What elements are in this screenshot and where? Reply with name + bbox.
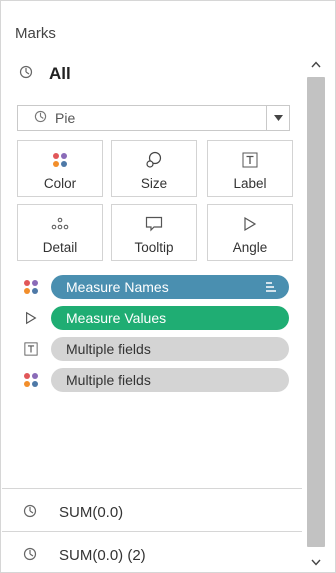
color-dots-icon xyxy=(24,373,38,387)
color-label: Color xyxy=(43,176,77,191)
measure-names-pill[interactable]: Measure Names xyxy=(51,275,289,299)
size-button[interactable]: Size xyxy=(111,140,197,197)
sort-icon[interactable] xyxy=(265,280,277,294)
angle-button[interactable]: Angle xyxy=(207,204,293,261)
detail-label: Detail xyxy=(42,240,78,255)
scroll-down-icon[interactable] xyxy=(307,553,325,571)
sub-card-label: SUM(0.0) (2) xyxy=(59,546,146,564)
pill-label: Multiple fields xyxy=(66,341,151,357)
marks-title: Marks xyxy=(15,25,56,42)
pie-clock-icon xyxy=(23,504,37,521)
scroll-up-icon[interactable] xyxy=(307,55,325,73)
pill-label: Multiple fields xyxy=(66,372,151,388)
pie-clock-icon xyxy=(34,110,47,126)
marks-card-panel: Marks All Pie Color Size Label Detail To… xyxy=(0,0,336,573)
vertical-scrollbar[interactable] xyxy=(303,49,329,573)
tooltip-label: Tooltip xyxy=(134,240,174,255)
angle-icon xyxy=(26,311,37,325)
field-row-color xyxy=(23,368,39,392)
tooltip-button[interactable]: Tooltip xyxy=(111,204,197,261)
measure-values-pill[interactable]: Measure Values xyxy=(51,306,289,330)
mark-type-value: Pie xyxy=(55,110,76,126)
size-icon xyxy=(146,151,162,168)
detail-button[interactable]: Detail xyxy=(17,204,103,261)
label-T-icon xyxy=(242,152,258,168)
size-label: Size xyxy=(140,176,168,191)
scrollbar-thumb[interactable] xyxy=(307,77,325,547)
tooltip-icon xyxy=(145,216,163,232)
divider xyxy=(2,488,302,489)
sub-card-sum-2[interactable]: SUM(0.0) (2) xyxy=(23,544,146,566)
pie-clock-icon xyxy=(17,65,35,83)
label-T-icon xyxy=(24,342,38,356)
sub-card-sum-1[interactable]: SUM(0.0) xyxy=(23,501,123,523)
angle-label: Angle xyxy=(232,240,268,255)
multiple-fields-pill-label[interactable]: Multiple fields xyxy=(51,337,289,361)
angle-icon xyxy=(244,216,257,232)
marks-all-header[interactable]: All xyxy=(17,63,71,85)
color-dots-icon xyxy=(24,280,38,294)
color-button[interactable]: Color xyxy=(17,140,103,197)
multiple-fields-pill-color[interactable]: Multiple fields xyxy=(51,368,289,392)
field-row-label xyxy=(23,337,39,361)
divider xyxy=(2,531,302,532)
mark-type-dropdown[interactable]: Pie xyxy=(17,105,290,131)
chevron-down-icon[interactable] xyxy=(266,106,289,130)
label-button[interactable]: Label xyxy=(207,140,293,197)
color-dots-icon xyxy=(53,153,67,167)
field-row-measure-names xyxy=(23,275,39,299)
pie-clock-icon xyxy=(23,547,37,564)
field-row-measure-values xyxy=(23,306,39,330)
sub-card-label: SUM(0.0) xyxy=(59,503,124,521)
label-label: Label xyxy=(233,176,267,191)
marks-all-label: All xyxy=(49,64,71,83)
pill-label: Measure Values xyxy=(66,310,167,326)
pill-label: Measure Names xyxy=(66,279,169,295)
detail-dots-icon xyxy=(51,217,69,230)
